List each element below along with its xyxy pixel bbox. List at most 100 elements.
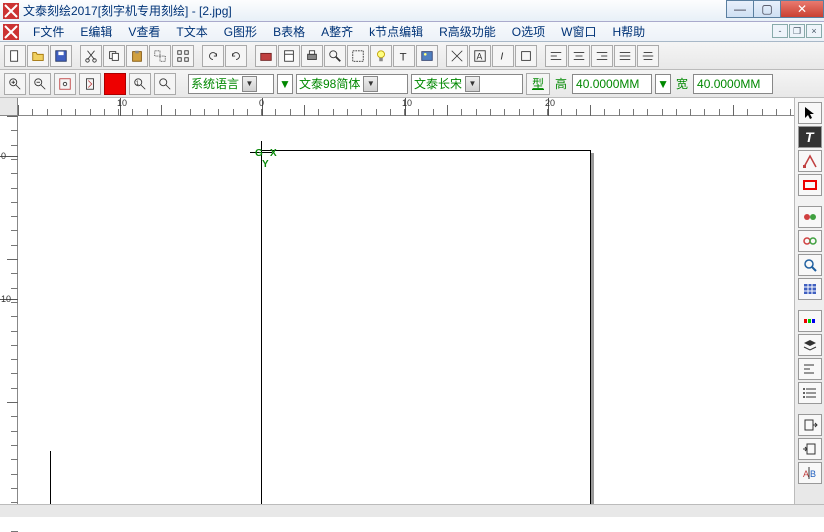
svg-text:A: A xyxy=(477,51,483,61)
zoom-out-button[interactable] xyxy=(29,73,51,95)
menu-align[interactable]: A整齐 xyxy=(313,21,361,42)
menu-text[interactable]: T文本 xyxy=(168,21,215,42)
toolbar-main: T A I xyxy=(0,42,824,70)
mdi-close-button[interactable]: × xyxy=(806,24,822,38)
align-left-button[interactable] xyxy=(545,45,567,67)
menu-file[interactable]: F文件 xyxy=(25,21,72,42)
square-button[interactable] xyxy=(515,45,537,67)
zoom-red-button[interactable] xyxy=(104,73,126,95)
status-bar xyxy=(0,504,824,517)
menu-edit[interactable]: E编辑 xyxy=(72,21,120,42)
outline-tool[interactable] xyxy=(798,230,822,252)
image-button[interactable] xyxy=(416,45,438,67)
fill-tool[interactable] xyxy=(798,206,822,228)
align-dist-button[interactable] xyxy=(637,45,659,67)
svg-text:A: A xyxy=(803,469,809,479)
layer-tool[interactable] xyxy=(798,334,822,356)
maximize-button[interactable]: ▢ xyxy=(753,0,781,18)
mdi-minimize-button[interactable]: - xyxy=(772,24,788,38)
text-button[interactable]: T xyxy=(393,45,415,67)
ab-tool[interactable]: AB xyxy=(798,462,822,484)
language-combo[interactable]: 系统语言▼ xyxy=(188,74,274,94)
horizontal-ruler[interactable]: 0101020 xyxy=(18,98,794,116)
height-value: 40.0000MM xyxy=(576,77,639,91)
undo-button[interactable] xyxy=(202,45,224,67)
pointer-tool[interactable] xyxy=(798,102,822,124)
duplicate-button[interactable] xyxy=(149,45,171,67)
export-tool[interactable] xyxy=(798,414,822,436)
work-area: 0101020 010 G X Y xyxy=(0,98,794,504)
style-combo[interactable]: 文泰长宋▼ xyxy=(411,74,523,94)
measure-button[interactable] xyxy=(446,45,468,67)
zoom-prev-button[interactable] xyxy=(154,73,176,95)
paste-button[interactable] xyxy=(126,45,148,67)
menu-bar: F文件 E编辑 V查看 T文本 G图形 B表格 A整齐 k节点编辑 R高级功能 … xyxy=(0,22,824,42)
cut-button[interactable] xyxy=(80,45,102,67)
canvas[interactable]: G X Y xyxy=(18,116,794,504)
page-boundary xyxy=(261,150,591,504)
array-button[interactable] xyxy=(172,45,194,67)
light-button[interactable] xyxy=(370,45,392,67)
menu-advanced[interactable]: R高级功能 xyxy=(431,21,504,42)
menu-view[interactable]: V查看 xyxy=(120,21,168,42)
style-combo-value: 文泰长宋 xyxy=(414,75,462,92)
ruler-corner[interactable] xyxy=(0,98,18,116)
page-setup-button[interactable] xyxy=(278,45,300,67)
open-button[interactable] xyxy=(27,45,49,67)
table-tool[interactable] xyxy=(798,278,822,300)
font-combo-value: 文泰98简体 xyxy=(299,75,360,92)
new-button[interactable] xyxy=(4,45,26,67)
print-button[interactable] xyxy=(301,45,323,67)
color-tool[interactable] xyxy=(798,310,822,332)
zoom-in-button[interactable] xyxy=(4,73,26,95)
zoom-page-button[interactable] xyxy=(79,73,101,95)
menu-table[interactable]: B表格 xyxy=(265,21,313,42)
origin-x-label: X xyxy=(270,148,277,159)
import-tool[interactable] xyxy=(798,438,822,460)
origin-g-label: G xyxy=(255,148,263,159)
language-combo-value: 系统语言 xyxy=(191,75,239,92)
height-drop-button[interactable]: ▼ xyxy=(655,74,671,94)
menu-help[interactable]: H帮助 xyxy=(604,21,653,42)
vertical-ruler[interactable]: 010 xyxy=(0,116,18,504)
font-combo[interactable]: 文泰98简体▼ xyxy=(296,74,408,94)
align-justify-button[interactable] xyxy=(614,45,636,67)
mdi-restore-button[interactable]: ❐ xyxy=(789,24,805,38)
minimize-button[interactable]: — xyxy=(726,0,754,18)
node-tool[interactable] xyxy=(798,150,822,172)
menu-graphic[interactable]: G图形 xyxy=(216,21,265,42)
eyedropper-tool[interactable] xyxy=(798,254,822,276)
width-input[interactable]: 40.0000MM xyxy=(693,74,773,94)
svg-text:1: 1 xyxy=(136,79,140,86)
type-button[interactable]: 型 xyxy=(526,73,550,95)
height-input[interactable]: 40.0000MM xyxy=(572,74,652,94)
width-label: 宽 xyxy=(674,75,690,92)
font-a-button[interactable]: A xyxy=(469,45,491,67)
italic-button[interactable]: I xyxy=(492,45,514,67)
redo-button[interactable] xyxy=(225,45,247,67)
width-value: 40.0000MM xyxy=(697,77,760,91)
close-button[interactable]: ✕ xyxy=(780,0,824,18)
align-tool[interactable] xyxy=(798,358,822,380)
zoom-fit-button[interactable] xyxy=(54,73,76,95)
svg-text:I: I xyxy=(500,50,503,62)
text-tool[interactable]: T xyxy=(798,126,822,148)
svg-text:T: T xyxy=(400,51,407,63)
zoom-tool-button[interactable] xyxy=(324,45,346,67)
select-rect-button[interactable] xyxy=(347,45,369,67)
title-bar: 文泰刻绘2017[刻字机专用刻绘] - [2.jpg] — ▢ ✕ xyxy=(0,0,824,22)
copy-button[interactable] xyxy=(103,45,125,67)
align-right-button[interactable] xyxy=(591,45,613,67)
language-apply-button[interactable]: ▼ xyxy=(277,74,293,94)
svg-text:T: T xyxy=(805,129,815,145)
menu-node[interactable]: k节点编辑 xyxy=(361,21,431,42)
save-button[interactable] xyxy=(50,45,72,67)
zoom-actual-button[interactable]: 1 xyxy=(129,73,151,95)
cut-output-button[interactable] xyxy=(255,45,277,67)
menu-options[interactable]: O选项 xyxy=(504,21,553,42)
menu-window[interactable]: W窗口 xyxy=(553,21,604,42)
dropdown-icon: ▼ xyxy=(242,76,257,92)
align-center-button[interactable] xyxy=(568,45,590,67)
rect-tool[interactable] xyxy=(798,174,822,196)
list-tool[interactable] xyxy=(798,382,822,404)
